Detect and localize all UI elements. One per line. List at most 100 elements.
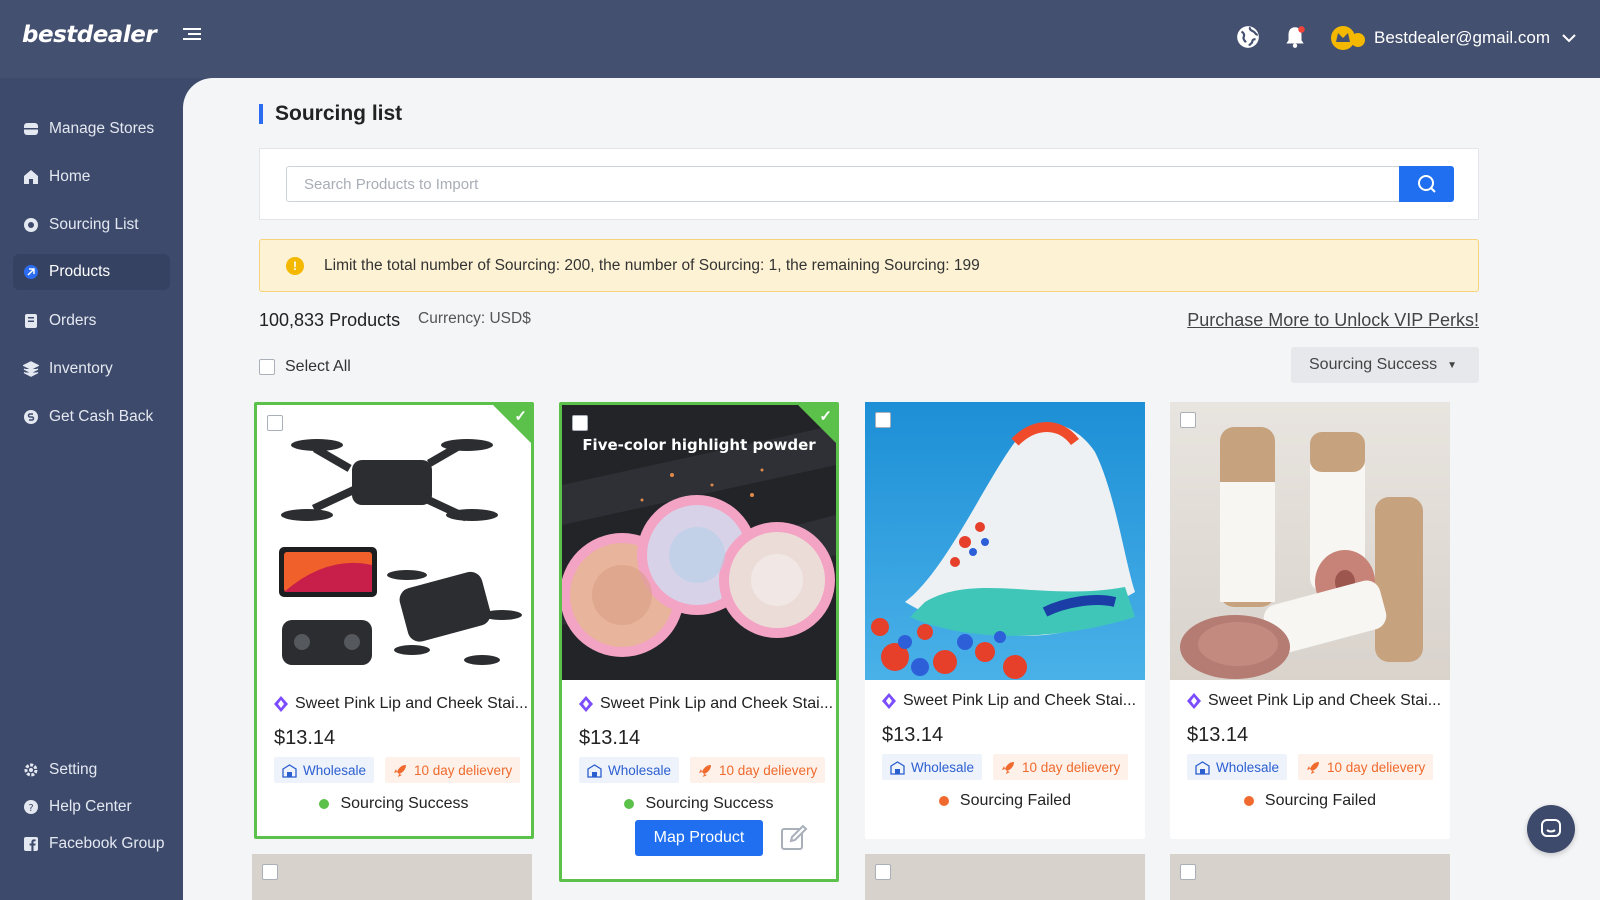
map-product-button[interactable]: Map Product bbox=[635, 820, 763, 856]
chat-icon bbox=[1541, 819, 1561, 837]
sidebar: Manage Stores Home Sourcing List Product… bbox=[0, 78, 183, 900]
sidebar-item-setting[interactable]: Setting bbox=[13, 752, 170, 788]
products-icon bbox=[24, 265, 38, 279]
edit-icon[interactable] bbox=[780, 824, 808, 852]
cashback-icon bbox=[24, 410, 38, 424]
currency-label: Currency: USD$ bbox=[418, 310, 531, 327]
app-logo[interactable]: bestdealer bbox=[22, 22, 157, 48]
delivery-tag-label: 10 day delievery bbox=[1022, 759, 1121, 775]
store-icon bbox=[24, 123, 38, 135]
status-dot bbox=[1243, 796, 1254, 806]
check-icon: ✓ bbox=[819, 408, 832, 425]
product-card[interactable]: Sweet Pink Lip and Cheek Stai... $13.14 … bbox=[865, 402, 1145, 839]
product-image bbox=[865, 402, 1145, 680]
product-checkbox[interactable] bbox=[267, 415, 283, 431]
product-card[interactable]: Five-color highlight powder ✓ Sweet Pink… bbox=[559, 402, 839, 882]
sourcing-status: Sourcing Success bbox=[257, 795, 531, 813]
product-price: $13.14 bbox=[882, 724, 944, 746]
product-price: $13.14 bbox=[579, 727, 641, 749]
product-checkbox[interactable] bbox=[1180, 864, 1196, 880]
wholesale-tag-label: Wholesale bbox=[1216, 759, 1280, 775]
status-filter-select[interactable]: Sourcing Success ▼ bbox=[1291, 347, 1479, 383]
top-bar: bestdealer Bestdealer@gmail.com bbox=[0, 0, 1600, 78]
status-label: Sourcing Success bbox=[645, 795, 774, 812]
diamond-logo-icon bbox=[579, 696, 593, 712]
search-input[interactable] bbox=[286, 166, 1399, 202]
account-menu[interactable]: Bestdealer@gmail.com bbox=[1330, 24, 1576, 52]
sourcing-limit-notice: ! Limit the total number of Sourcing: 20… bbox=[259, 239, 1479, 292]
warehouse-icon bbox=[890, 760, 905, 775]
sourcing-status: Sourcing Failed bbox=[865, 792, 1145, 810]
product-card[interactable]: ✓ Sweet Pink Lip and Cheek Stai... $13.1… bbox=[254, 402, 534, 839]
orders-icon bbox=[25, 314, 37, 328]
product-checkbox[interactable] bbox=[572, 415, 588, 431]
wholesale-tag: Wholesale bbox=[274, 757, 375, 783]
product-image bbox=[1170, 402, 1450, 680]
product-card[interactable]: Sweet Pink Lip and Cheek Stai... $13.14 … bbox=[1170, 402, 1450, 839]
sidebar-item-label: Sourcing List bbox=[49, 216, 139, 233]
diamond-logo-icon bbox=[1187, 693, 1201, 709]
sidebar-item-label: Home bbox=[49, 168, 91, 185]
globe-icon[interactable] bbox=[1235, 24, 1261, 50]
products-count: 100,833 Products bbox=[259, 310, 401, 330]
warehouse-icon bbox=[1195, 760, 1210, 775]
sidebar-item-manage-stores[interactable]: Manage Stores bbox=[13, 111, 170, 147]
sourcing-status: Sourcing Failed bbox=[1170, 792, 1450, 810]
sidebar-item-label: Inventory bbox=[49, 360, 113, 377]
account-email: Bestdealer@gmail.com bbox=[1374, 28, 1550, 47]
inventory-icon bbox=[23, 361, 39, 377]
status-dot bbox=[624, 799, 635, 809]
home-icon bbox=[24, 170, 38, 184]
sidebar-item-home[interactable]: Home bbox=[13, 159, 170, 195]
rocket-icon bbox=[699, 764, 711, 777]
diamond-logo-icon bbox=[274, 696, 288, 712]
check-icon: ✓ bbox=[514, 408, 527, 425]
search-button[interactable] bbox=[1399, 166, 1454, 202]
sidebar-item-sourcing-list[interactable]: Sourcing List bbox=[13, 207, 170, 243]
product-name-text: Sweet Pink Lip and Cheek Stai... bbox=[295, 695, 529, 712]
bell-icon[interactable] bbox=[1282, 24, 1308, 50]
status-label: Sourcing Success bbox=[340, 795, 469, 812]
product-checkbox[interactable] bbox=[262, 864, 278, 880]
product-name[interactable]: Sweet Pink Lip and Cheek Stai... bbox=[579, 695, 833, 713]
product-checkbox[interactable] bbox=[875, 864, 891, 880]
search-icon bbox=[1417, 175, 1436, 193]
product-name[interactable]: Sweet Pink Lip and Cheek Stai... bbox=[274, 695, 528, 713]
product-card-partial[interactable] bbox=[1170, 854, 1450, 900]
caret-down-icon: ▼ bbox=[1447, 359, 1457, 371]
notice-text: Limit the total number of Sourcing: 200,… bbox=[324, 256, 980, 274]
product-price: $13.14 bbox=[274, 727, 336, 749]
sidebar-item-products[interactable]: Products bbox=[13, 254, 170, 290]
product-card-partial[interactable] bbox=[252, 854, 532, 900]
vip-perks-link[interactable]: Purchase More to Unlock VIP Perks! bbox=[1187, 310, 1479, 331]
product-name-text: Sweet Pink Lip and Cheek Stai... bbox=[1208, 692, 1442, 709]
product-price: $13.14 bbox=[1187, 724, 1249, 746]
product-checkbox[interactable] bbox=[1180, 412, 1196, 428]
status-dot bbox=[938, 796, 949, 806]
product-checkbox[interactable] bbox=[875, 412, 891, 428]
sidebar-item-help-center[interactable]: ? Help Center bbox=[13, 789, 170, 825]
chat-support-button[interactable] bbox=[1527, 805, 1575, 853]
menu-toggle-icon[interactable] bbox=[183, 28, 201, 44]
gear-icon bbox=[24, 763, 38, 777]
product-image bbox=[257, 405, 531, 680]
chevron-down-icon bbox=[1562, 34, 1576, 43]
sidebar-item-label: Setting bbox=[49, 761, 98, 778]
delivery-tag: 10 day delievery bbox=[1298, 754, 1434, 780]
product-name[interactable]: Sweet Pink Lip and Cheek Stai... bbox=[1187, 692, 1441, 710]
warning-icon: ! bbox=[286, 256, 304, 275]
delivery-tag: 10 day delievery bbox=[993, 754, 1129, 780]
sidebar-item-orders[interactable]: Orders bbox=[13, 303, 170, 339]
checkbox[interactable] bbox=[259, 359, 275, 375]
sidebar-item-facebook-group[interactable]: Facebook Group bbox=[13, 826, 170, 862]
delivery-tag-label: 10 day delievery bbox=[719, 762, 818, 778]
sidebar-item-get-cash-back[interactable]: Get Cash Back bbox=[13, 399, 170, 435]
sidebar-item-label: Orders bbox=[49, 312, 97, 329]
sourcing-status: Sourcing Success bbox=[562, 795, 836, 813]
wholesale-tag-label: Wholesale bbox=[608, 762, 672, 778]
select-all-checkbox[interactable]: Select All bbox=[259, 358, 351, 376]
status-label: Sourcing Failed bbox=[1264, 792, 1377, 809]
sidebar-item-inventory[interactable]: Inventory bbox=[13, 351, 170, 387]
product-card-partial[interactable] bbox=[865, 854, 1145, 900]
product-name[interactable]: Sweet Pink Lip and Cheek Stai... bbox=[882, 692, 1136, 710]
